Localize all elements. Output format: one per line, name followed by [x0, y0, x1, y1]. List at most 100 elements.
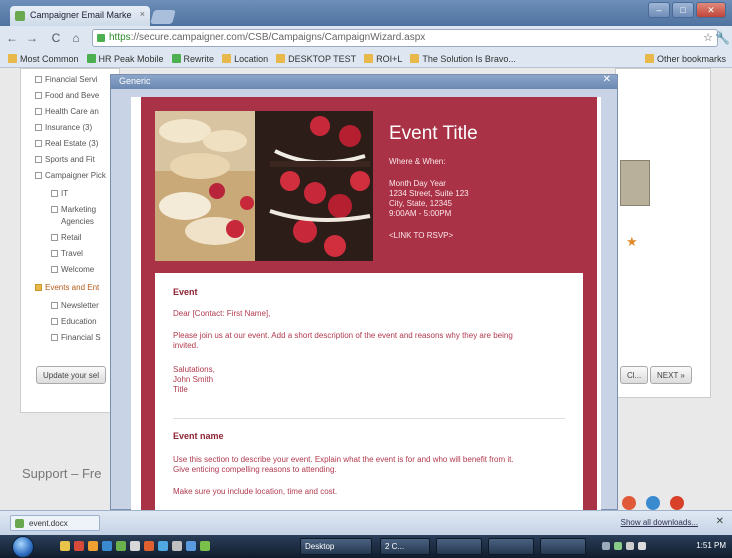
forward-button[interactable]: →: [24, 30, 40, 46]
bookmark-item[interactable]: DESKTOP TEST: [276, 54, 356, 64]
taskbar-button[interactable]: [488, 538, 534, 555]
social-icon[interactable]: [646, 496, 660, 510]
app-icon[interactable]: [172, 541, 182, 551]
tree-item-label: Newsletter: [61, 301, 99, 310]
bookmark-label: Most Common: [20, 53, 79, 64]
download-item[interactable]: event.docx: [10, 515, 100, 531]
bookmark-item[interactable]: The Solution Is Bravo...: [410, 54, 516, 64]
app-icon[interactable]: [116, 541, 126, 551]
checkbox-icon: [51, 302, 58, 309]
bookmark-item[interactable]: HR Peak Mobile: [86, 54, 164, 64]
event-city: City, State, 12345: [389, 199, 452, 208]
tree-item[interactable]: Education: [51, 317, 97, 326]
favorite-star-icon[interactable]: ★: [626, 234, 638, 250]
maximize-button[interactable]: □: [672, 2, 694, 18]
tree-item[interactable]: Financial S: [51, 333, 101, 342]
tree-item[interactable]: Health Care an: [35, 107, 99, 116]
checkbox-icon: [35, 76, 42, 83]
tree-item[interactable]: Sports and Fit: [35, 155, 95, 164]
tree-item[interactable]: Insurance (3): [35, 123, 92, 132]
app-icon[interactable]: [102, 541, 112, 551]
checkbox-icon: [35, 124, 42, 131]
tree-item[interactable]: Food and Beve: [35, 91, 99, 100]
minimize-button[interactable]: –: [648, 2, 670, 18]
wrench-icon[interactable]: 🔧: [715, 31, 730, 45]
app-icon[interactable]: [144, 541, 154, 551]
app-icon[interactable]: [130, 541, 140, 551]
social-icon[interactable]: [670, 496, 684, 510]
greeting-text: Dear [Contact: First Name],: [173, 309, 271, 318]
tree-item[interactable]: Newsletter: [51, 301, 99, 310]
tree-item-label: Education: [61, 317, 97, 326]
app-icon[interactable]: [186, 541, 196, 551]
tree-item-label: Retail: [61, 233, 82, 242]
app-icon[interactable]: [88, 541, 98, 551]
tree-item[interactable]: Real Estate (3): [35, 139, 98, 148]
browser-tab[interactable]: Campaigner Email Marke ×: [10, 6, 150, 26]
close-button[interactable]: Cl...: [620, 366, 649, 384]
bookmark-star-icon[interactable]: ☆: [703, 31, 713, 44]
app-icon[interactable]: [200, 541, 210, 551]
rsvp-link[interactable]: <LINK TO RSVP>: [389, 231, 453, 240]
show-all-downloads-link[interactable]: Show all downloads...: [621, 518, 698, 527]
explorer-icon[interactable]: [60, 541, 70, 551]
bookmark-item[interactable]: Rewrite: [171, 54, 214, 64]
tree-item-label: Travel: [61, 249, 83, 258]
home-button[interactable]: ⌂: [68, 30, 84, 46]
taskbar-button[interactable]: [540, 538, 586, 555]
template-thumbnail[interactable]: [620, 160, 650, 206]
new-tab-button[interactable]: [150, 10, 176, 24]
tray-icon[interactable]: [602, 542, 610, 550]
tree-item-label: Welcome: [61, 265, 95, 274]
tray-icon[interactable]: [614, 542, 622, 550]
browser-toolbar: ← → C ⌂ https://secure.campaigner.com/CS…: [0, 26, 732, 50]
tree-item[interactable]: Welcome: [51, 265, 94, 274]
other-bookmarks[interactable]: Other bookmarks: [644, 53, 726, 64]
email-content: Event Dear [Contact: First Name], Please…: [155, 273, 583, 511]
bookmark-item[interactable]: ROI+L: [364, 54, 402, 64]
tree-item-label: IT: [61, 189, 69, 198]
tree-item[interactable]: Financial Servi: [35, 75, 97, 84]
next-button[interactable]: NEXT »: [650, 366, 692, 384]
folder-icon: [410, 54, 420, 63]
app-icon[interactable]: [74, 541, 84, 551]
bookmark-label: Other bookmarks: [656, 53, 726, 64]
event-date: Month Day Year: [389, 179, 446, 188]
body-text: Give enticing compelling reasons to atte…: [173, 465, 337, 474]
network-icon[interactable]: [626, 542, 634, 550]
tree-item[interactable]: Marketing: [51, 205, 96, 214]
volume-icon[interactable]: [638, 542, 646, 550]
window-close-button[interactable]: ✕: [696, 2, 726, 18]
tree-item-label: Agencies: [61, 217, 94, 226]
tree-item-label: Food and Beve: [45, 91, 100, 100]
start-button[interactable]: [12, 536, 34, 558]
system-clock[interactable]: 1:51 PM: [696, 541, 726, 550]
section-heading: Event name: [173, 431, 224, 441]
signoff-title: Title: [173, 385, 188, 394]
bookmark-item[interactable]: Most Common: [8, 54, 79, 64]
tree-item[interactable]: Travel: [51, 249, 83, 258]
taskbar-button[interactable]: [436, 538, 482, 555]
tree-item[interactable]: IT: [51, 189, 68, 198]
social-icon[interactable]: [622, 496, 636, 510]
bookmark-item[interactable]: Location: [222, 54, 268, 64]
checkbox-icon: [35, 172, 42, 179]
update-selection-button[interactable]: Update your sel: [36, 366, 107, 384]
tree-folder[interactable]: Events and Ent: [35, 283, 99, 292]
body-text: invited.: [173, 341, 199, 350]
address-bar[interactable]: https://secure.campaigner.com/CSB/Campai…: [92, 29, 718, 47]
taskbar-button-chrome[interactable]: 2 C...: [380, 538, 430, 555]
tree-item-label: Sports and Fit: [45, 155, 95, 164]
bookmark-favicon-icon: [171, 54, 181, 63]
folder-icon: [276, 54, 286, 63]
reload-button[interactable]: C: [48, 30, 64, 46]
downloads-close-icon[interactable]: ✕: [716, 516, 724, 527]
dialog-close-icon[interactable]: ✕: [603, 74, 611, 85]
checkbox-icon: [51, 250, 58, 257]
tree-item[interactable]: Retail: [51, 233, 81, 242]
app-icon[interactable]: [158, 541, 168, 551]
tab-close-icon[interactable]: ×: [140, 9, 145, 19]
tree-item[interactable]: Campaigner Pick: [35, 171, 106, 180]
back-button[interactable]: ←: [4, 30, 20, 46]
taskbar-button-desktop[interactable]: Desktop: [300, 538, 372, 555]
